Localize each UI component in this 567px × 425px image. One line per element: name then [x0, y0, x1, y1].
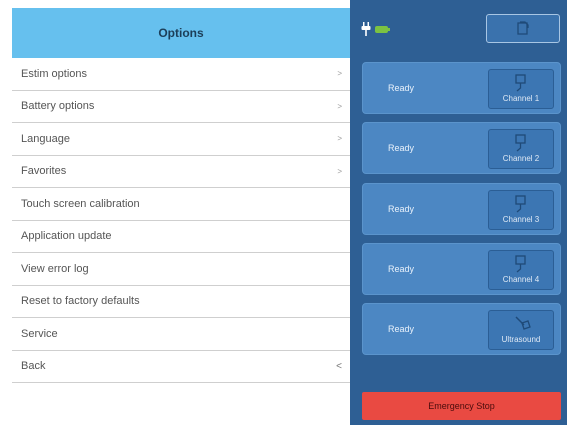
- chevron-right-icon: >: [337, 166, 342, 176]
- channel-label: Channel 4: [502, 275, 540, 284]
- channel-status: Ready: [388, 204, 415, 214]
- ultrasound-button[interactable]: Ultrasound: [488, 310, 554, 350]
- channel-3-button[interactable]: Channel 3: [488, 190, 554, 230]
- channel-label: Channel 1: [502, 94, 540, 103]
- menu-item-application-update[interactable]: Application update: [12, 220, 350, 253]
- menu-item-label: Favorites: [21, 165, 67, 178]
- channel-card-2: Ready Channel 2: [362, 122, 561, 174]
- channel-label: Ultrasound: [501, 335, 541, 344]
- menu-item-favorites[interactable]: Favorites >: [12, 155, 350, 188]
- channel-2-button[interactable]: Channel 2: [488, 129, 554, 169]
- channel-status: Ready: [388, 143, 415, 153]
- options-panel: Options Estim options > Battery options …: [0, 0, 350, 425]
- channel-card-4: Ready Channel 4: [362, 243, 561, 295]
- menu-item-label: Application update: [21, 230, 112, 243]
- menu-item-view-error-log[interactable]: View error log: [12, 253, 350, 286]
- status-bar: [350, 0, 567, 55]
- battery-icon: [375, 26, 390, 33]
- chevron-right-icon: >: [337, 69, 342, 79]
- channel-card-3: Ready Channel 3: [362, 183, 561, 235]
- channel-status: Ready: [388, 324, 415, 334]
- home-button[interactable]: [486, 14, 560, 43]
- menu-item-service[interactable]: Service: [12, 318, 350, 351]
- channel-status: Ready: [388, 83, 415, 93]
- menu-item-language[interactable]: Language >: [12, 123, 350, 156]
- channel-label: Channel 3: [502, 215, 540, 224]
- menu-item-label: Touch screen calibration: [21, 197, 140, 210]
- chevron-right-icon: >: [337, 101, 342, 111]
- electrode-icon: [515, 134, 526, 152]
- channel-card-1: Ready Channel 1: [362, 62, 561, 114]
- electrode-icon: [515, 74, 526, 92]
- menu-item-label: Reset to factory defaults: [21, 295, 140, 308]
- options-menu: Estim options > Battery options > Langua…: [12, 58, 350, 383]
- channel-4-button[interactable]: Channel 4: [488, 250, 554, 290]
- menu-item-back[interactable]: Back <: [12, 350, 350, 383]
- menu-item-label: Back: [21, 360, 46, 373]
- home-screen-icon: [517, 21, 529, 35]
- options-title: Options: [12, 8, 350, 58]
- emergency-stop-button[interactable]: Emergency Stop: [362, 392, 561, 420]
- menu-item-label: View error log: [21, 262, 89, 275]
- power-plug-icon: [361, 22, 371, 36]
- channel-label: Channel 2: [502, 154, 540, 163]
- electrode-icon: [515, 255, 526, 273]
- menu-item-reset-factory-defaults[interactable]: Reset to factory defaults: [12, 285, 350, 318]
- menu-item-estim-options[interactable]: Estim options >: [12, 58, 350, 91]
- channel-status: Ready: [388, 264, 415, 274]
- channel-panel: Ready Channel 1 Ready Channel 2 Ready Ch…: [350, 0, 567, 425]
- electrode-icon: [515, 195, 526, 213]
- channel-card-ultrasound: Ready Ultrasound: [362, 303, 561, 355]
- menu-item-battery-options[interactable]: Battery options >: [12, 90, 350, 123]
- chevron-left-icon: <: [336, 360, 342, 372]
- menu-item-label: Battery options: [21, 100, 95, 113]
- channel-1-button[interactable]: Channel 1: [488, 69, 554, 109]
- menu-item-label: Service: [21, 327, 58, 340]
- ultrasound-probe-icon: [515, 316, 531, 330]
- menu-item-label: Language: [21, 132, 70, 145]
- menu-item-touch-screen-calibration[interactable]: Touch screen calibration: [12, 188, 350, 221]
- menu-item-label: Estim options: [21, 67, 88, 80]
- chevron-right-icon: >: [337, 134, 342, 144]
